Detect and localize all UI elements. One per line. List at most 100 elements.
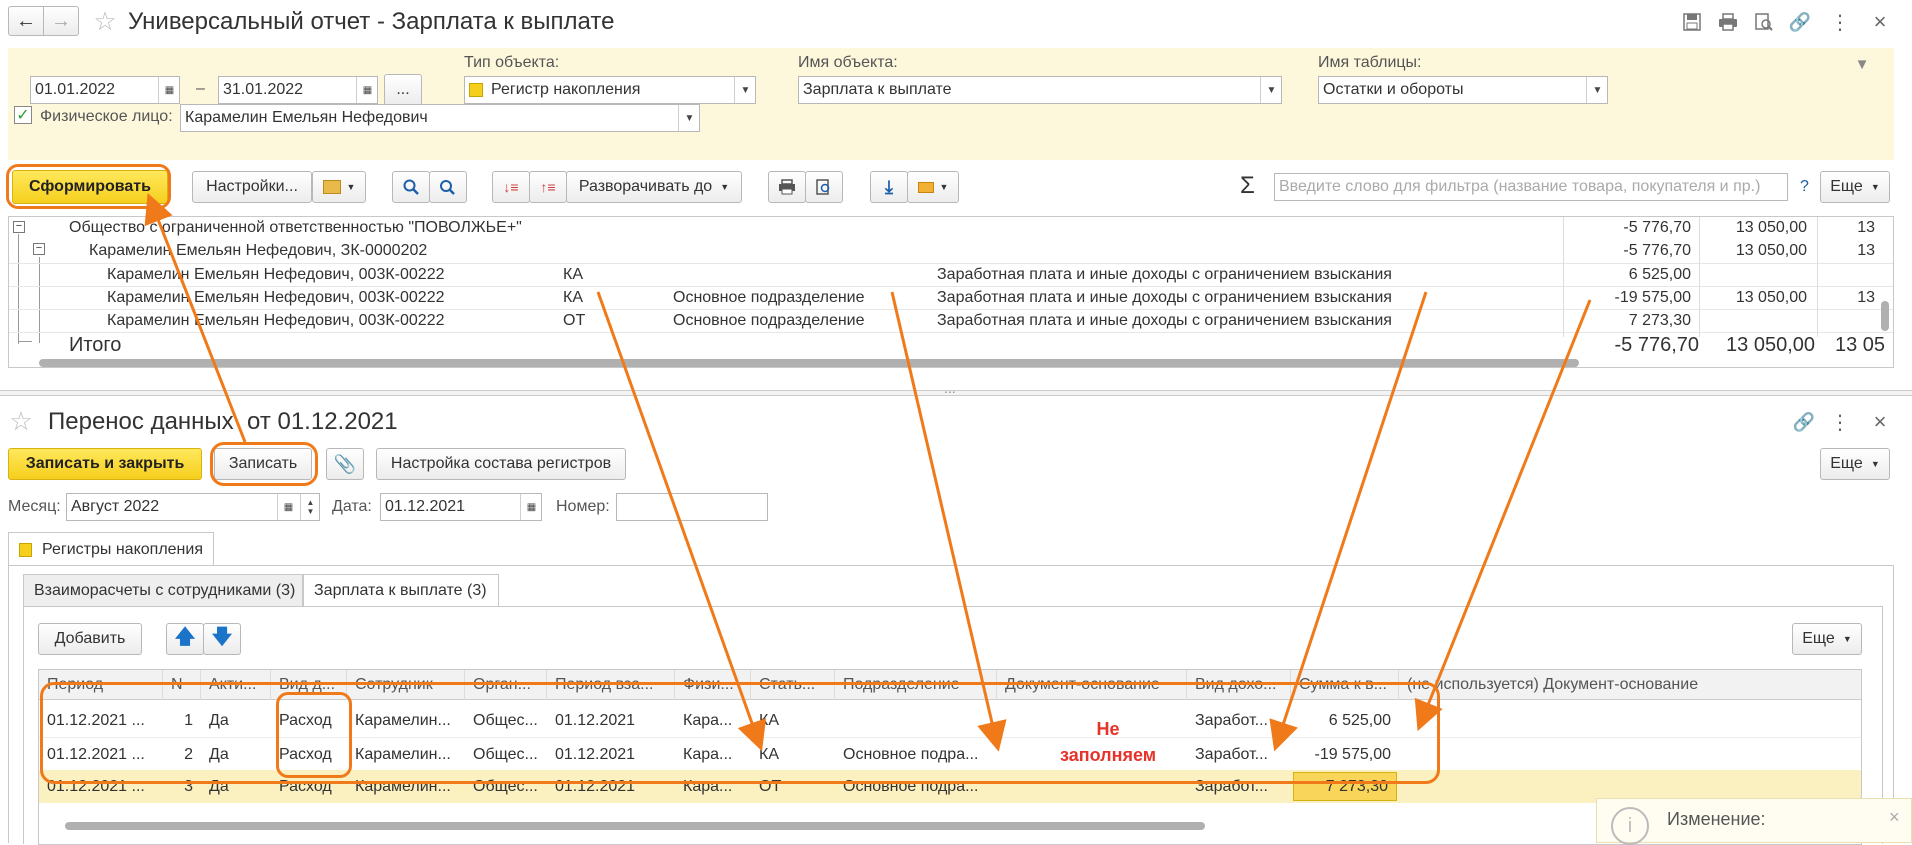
preview-icon <box>816 179 830 195</box>
sort-desc-button[interactable]: ↓≡ <box>492 171 530 203</box>
save-icon[interactable] <box>1680 10 1704 34</box>
horizontal-scrollbar[interactable] <box>65 822 1205 830</box>
search-refresh-icon <box>440 180 455 195</box>
sort-desc-icon: ↓≡ <box>503 179 519 195</box>
close-icon[interactable]: × <box>1889 807 1900 828</box>
col-unused-basis-document[interactable]: (не используется) Документ-основание <box>1399 670 1861 700</box>
attach-button[interactable]: 📎 <box>326 448 364 480</box>
object-name-field[interactable]: Зарплата к выплате ▼ <box>798 76 1282 104</box>
preview-button[interactable] <box>805 171 843 203</box>
link-icon[interactable]: 🔗 <box>1792 410 1816 434</box>
report-filter-input[interactable]: Введите слово для фильтра (название това… <box>1274 173 1788 201</box>
register-icon <box>19 542 33 557</box>
chevron-down-icon: ▼ <box>346 182 356 192</box>
date-field[interactable]: 01.12.2021 ▦ <box>380 493 542 521</box>
document-title: Перенос данных от 01.12.2021 <box>48 408 398 435</box>
chevron-down-icon: ▼ <box>1842 634 1852 644</box>
report-col-divider <box>1817 217 1818 337</box>
sort-asc-button[interactable]: ↑≡ <box>529 171 567 203</box>
tab-salary-payable[interactable]: Зарплата к выплате (3) <box>303 574 499 607</box>
print-icon <box>779 179 795 195</box>
object-type-label: Тип объекта: <box>464 54 560 71</box>
register-settings-button[interactable]: Настройка состава регистров <box>376 448 626 480</box>
register-icon <box>469 83 483 97</box>
search-button[interactable] <box>392 171 430 203</box>
person-field[interactable]: Карамелин Емельян Нефедович ▼ <box>180 104 700 132</box>
period-from-field[interactable]: 01.01.2022 ▦ <box>30 76 180 104</box>
save-and-close-button[interactable]: Записать и закрыть <box>8 448 202 480</box>
horizontal-scrollbar[interactable] <box>39 359 1579 367</box>
annotation-highlight-save <box>210 442 318 486</box>
more-menu-button[interactable]: Еще ▼ <box>1820 171 1890 203</box>
expand-to-button[interactable]: Разворачивать до ▼ <box>566 171 742 203</box>
dropdown-icon[interactable]: ▼ <box>1586 77 1607 103</box>
star-icon[interactable]: ☆ <box>6 406 36 436</box>
search-next-button[interactable] <box>429 171 467 203</box>
report-window: ← → ☆ Универсальный отчет - Зарплата к в… <box>0 0 1912 368</box>
add-button[interactable]: Добавить <box>38 623 142 655</box>
print-icon[interactable] <box>1716 10 1740 34</box>
annotation-highlight-generate <box>6 164 171 209</box>
link-icon[interactable]: 🔗 <box>1788 10 1812 34</box>
number-field[interactable] <box>616 493 768 521</box>
kebab-menu-icon[interactable]: ⋮ <box>1830 410 1850 434</box>
notification-popup[interactable]: i Изменение: × <box>1596 798 1912 845</box>
object-type-field[interactable]: Регистр накопления ▼ <box>464 76 756 104</box>
report-row: Карамелин Емельян Нефедович, 003К-00222 … <box>9 309 1893 332</box>
calendar-icon[interactable]: ▦ <box>356 77 377 103</box>
move-up-button[interactable]: 🡅 <box>166 623 204 655</box>
period-dash: – <box>196 80 205 97</box>
report-row: Карамелин Емельян Нефедович, 003К-00222 … <box>9 286 1893 309</box>
calendar-icon[interactable]: ▦ <box>158 77 179 103</box>
tab-employee-settlements[interactable]: Взаиморасчеты с сотрудниками (3) <box>23 574 303 607</box>
table-name-field[interactable]: Остатки и обороты ▼ <box>1318 76 1608 104</box>
sum-icon[interactable]: Σ <box>1240 172 1255 200</box>
star-icon[interactable]: ☆ <box>90 6 120 36</box>
arrow-left-icon: ← <box>16 9 36 32</box>
variants-button[interactable]: ▼ <box>312 171 366 203</box>
filter-panel: 01.01.2022 ▦ – 31.01.2022 ▦ ... Тип объе… <box>8 48 1894 160</box>
dropdown-icon[interactable]: ▼ <box>1260 77 1281 103</box>
period-to-field[interactable]: 31.01.2022 ▦ <box>218 76 378 104</box>
annotation-not-filled: Не заполняем <box>1060 719 1157 765</box>
table-name-label: Имя таблицы: <box>1318 54 1422 71</box>
arrow-down-icon: 🡇 <box>211 626 233 648</box>
folder-settings-icon <box>322 180 341 194</box>
spin-stepper[interactable]: ▲ ▼ <box>300 494 319 520</box>
period-select-button[interactable]: ... <box>384 74 422 106</box>
grid-more-button[interactable]: Еще ▼ <box>1792 623 1862 655</box>
calendar-icon[interactable]: ▦ <box>277 494 299 520</box>
settings-button[interactable]: Настройки... <box>192 171 312 203</box>
close-icon[interactable]: × <box>1868 409 1892 434</box>
number-label: Номер: <box>556 498 610 515</box>
kebab-menu-icon[interactable]: ⋮ <box>1830 10 1850 34</box>
tab-accumulation-registers[interactable]: Регистры накопления <box>8 532 214 566</box>
dropdown-icon[interactable]: ▼ <box>678 105 699 131</box>
envelope-icon <box>917 181 934 193</box>
move-down-button[interactable]: 🡇 <box>203 623 241 655</box>
close-icon[interactable]: × <box>1868 9 1892 34</box>
report-col-divider <box>1563 217 1564 337</box>
calendar-icon[interactable]: ▦ <box>520 494 541 520</box>
window-splitter[interactable]: ... <box>0 380 1912 396</box>
person-checkbox[interactable]: ✓ <box>14 106 32 124</box>
filter-icon[interactable]: ▼ <box>1850 52 1874 76</box>
arrow-right-icon: → <box>51 9 71 32</box>
dropdown-icon[interactable]: ▼ <box>734 77 755 103</box>
notification-text: Изменение: <box>1667 809 1766 829</box>
more-menu-button[interactable]: Еще ▼ <box>1820 448 1890 480</box>
info-icon: i <box>1611 807 1649 845</box>
month-field[interactable]: Август 2022 ▦ ▲ ▼ <box>66 493 320 521</box>
document-window: ☆ Перенос данных от 01.12.2021 🔗 ⋮ × Зап… <box>0 398 1912 845</box>
email-button[interactable]: ▼ <box>907 171 959 203</box>
vertical-scrollbar[interactable] <box>1881 301 1889 331</box>
chevron-down-icon: ▼ <box>720 182 730 192</box>
print-button[interactable] <box>768 171 806 203</box>
month-label: Месяц: <box>8 498 61 515</box>
export-button[interactable]: ⤓ <box>870 171 908 203</box>
preview-icon[interactable] <box>1752 10 1776 34</box>
back-button[interactable]: ← <box>8 6 44 36</box>
help-link[interactable]: ? <box>1800 178 1809 196</box>
forward-button[interactable]: → <box>43 6 79 36</box>
report-total-row: Итого -5 776,70 13 050,00 13 05 <box>9 332 1893 358</box>
